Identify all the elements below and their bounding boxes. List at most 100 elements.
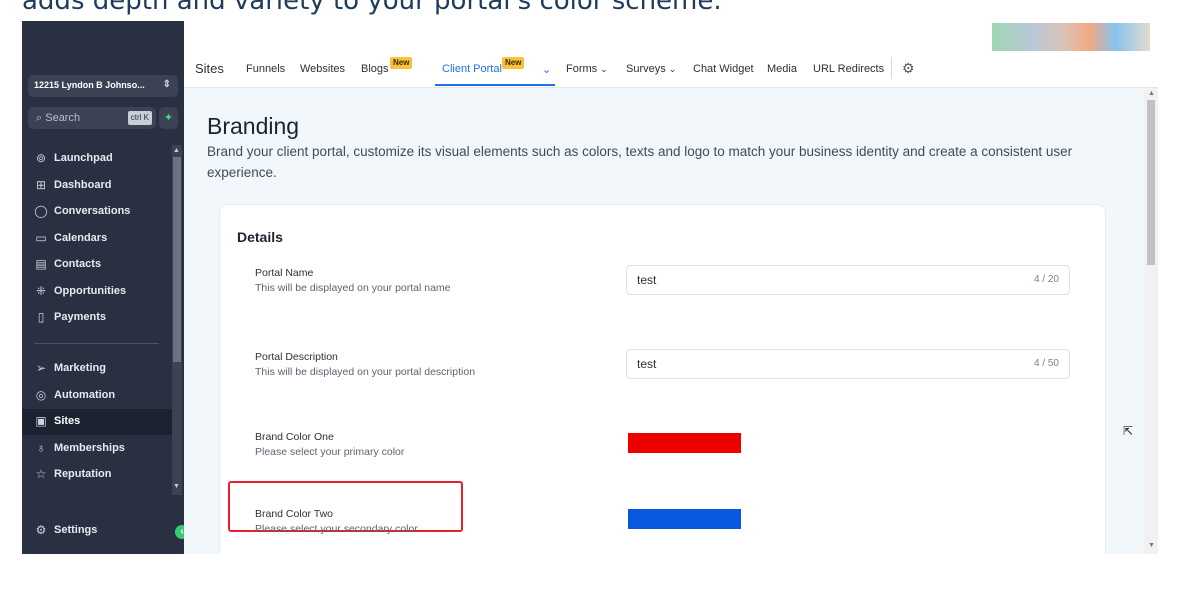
tab-label: Surveys <box>626 63 666 75</box>
scroll-up-icon[interactable]: ▲ <box>1148 90 1155 97</box>
sidebar-item-label: Calendars <box>54 232 108 244</box>
scroll-down-icon[interactable]: ▼ <box>173 483 180 490</box>
tab-funnels[interactable]: Funnels <box>246 63 285 75</box>
sidebar-item-reputation[interactable]: ☆ Reputation <box>22 462 172 488</box>
main-scrollbar[interactable]: ▲ ▼ <box>1144 88 1158 554</box>
bolt-icon: ✦ <box>163 112 174 124</box>
page-caption: adds depth and variety to your portal's … <box>22 0 722 16</box>
sidebar-item-sites[interactable]: ▣ Sites <box>22 409 172 435</box>
sidebar-item-opportunities[interactable]: ⁜ Opportunities <box>22 279 172 305</box>
tab-forms[interactable]: Forms ⌄ <box>566 63 608 75</box>
sidebar-item-label: Memberships <box>54 442 125 454</box>
portal-name-value: test <box>637 273 657 287</box>
sidebar-item-dashboard[interactable]: ⊞ Dashboard <box>22 173 172 199</box>
sidebar-item-calendars[interactable]: ▭ Calendars <box>22 226 172 252</box>
search-icon: ⌕ <box>36 112 43 124</box>
location-name: 12215 Lyndon B Johnso... <box>34 80 145 90</box>
gear-icon[interactable]: ⚙ <box>902 60 915 77</box>
sidebar-item-label: Automation <box>54 389 116 401</box>
page-subtitle: Brand your client portal, customize its … <box>207 144 1073 180</box>
scroll-down-icon[interactable]: ▼ <box>1148 542 1155 549</box>
tab-media[interactable]: Media <box>767 63 797 75</box>
send-icon: ➢ <box>35 361 47 375</box>
sidebar-item-label: Opportunities <box>54 285 127 297</box>
opportunities-icon: ⁜ <box>35 284 47 298</box>
portal-description-label: Portal Description <box>255 351 338 363</box>
tab-websites[interactable]: Websites <box>300 63 345 75</box>
sites-icon: ▣ <box>35 414 47 428</box>
grid-icon: ⊞ <box>35 178 47 192</box>
contacts-icon: ▤ <box>35 257 47 271</box>
brand-color-two-swatch[interactable] <box>628 509 741 529</box>
rocket-icon: ⊚ <box>35 151 47 165</box>
section-title: Sites <box>195 61 224 76</box>
sidebar-item-label: Sites <box>54 415 81 427</box>
sidebar-item-label: Conversations <box>54 205 131 217</box>
search-placeholder: Search <box>45 112 81 124</box>
scroll-up-icon[interactable]: ▲ <box>173 147 180 154</box>
char-counter: 4 / 50 <box>1033 358 1059 369</box>
location-switcher[interactable]: 12215 Lyndon B Johnso... ⇕ <box>28 75 178 97</box>
sidebar-item-contacts[interactable]: ▤ Contacts <box>22 252 172 278</box>
sidebar-item-conversations[interactable]: ◯ Conversations <box>22 199 172 225</box>
chat-icon: ◯ <box>34 204 48 218</box>
main-scroll-thumb[interactable] <box>1147 100 1155 265</box>
chevron-down-icon: ⌄ <box>600 64 608 74</box>
page-title: Branding <box>207 113 300 139</box>
search-shortcut: ctrl K <box>127 111 152 125</box>
brand-color-two-label: Brand Color Two <box>255 508 334 520</box>
chevron-down-icon[interactable]: ⌄ <box>542 63 551 76</box>
sidebar-item-label: Settings <box>54 524 98 536</box>
sidebar-item-automation[interactable]: ◎ Automation <box>22 383 172 409</box>
nav-separator <box>891 57 892 79</box>
user-avatar-strip <box>992 23 1150 51</box>
sidebar-item-label: Launchpad <box>54 152 113 164</box>
tab-label: Forms <box>566 63 598 75</box>
portal-description-help: This will be displayed on your portal de… <box>255 366 476 378</box>
mouse-cursor-icon: ⇱ <box>1123 424 1134 438</box>
main-content: Branding Brand your client portal, custo… <box>184 88 1144 554</box>
tab-surveys[interactable]: Surveys ⌄ <box>626 63 676 75</box>
sidebar-item-marketing[interactable]: ➢ Marketing <box>22 356 172 382</box>
brand-color-one-help: Please select your primary color <box>255 446 405 458</box>
char-counter: 4 / 20 <box>1033 274 1059 285</box>
sidebar-divider <box>34 343 159 344</box>
card-title: Details <box>237 229 283 245</box>
new-badge: New <box>502 57 525 69</box>
sidebar-item-payments[interactable]: ▯ Payments <box>22 305 172 331</box>
brand-color-one-swatch[interactable] <box>628 433 741 453</box>
tab-blogs[interactable]: Blogs <box>361 63 389 75</box>
portal-name-help: This will be displayed on your portal na… <box>255 282 451 294</box>
new-badge: New <box>390 57 413 69</box>
brand-color-one-label: Brand Color One <box>255 431 334 443</box>
search-box[interactable]: ⌕ Search ctrl K <box>28 107 156 129</box>
active-tab-indicator <box>435 84 555 86</box>
tab-chat-widget[interactable]: Chat Widget <box>693 63 754 75</box>
chevron-down-icon: ⌄ <box>668 64 677 74</box>
sidebar-scroll-thumb[interactable] <box>173 157 181 362</box>
details-card: Details Portal Name This will be display… <box>219 204 1106 554</box>
sidebar-item-launchpad[interactable]: ⊚ Launchpad <box>22 146 172 172</box>
gear-icon: ⚙ <box>35 523 47 537</box>
calendar-icon: ▭ <box>35 231 47 245</box>
star-icon: ☆ <box>35 467 47 481</box>
sidebar-item-label: Contacts <box>54 258 102 270</box>
quick-action-button[interactable]: ✦ <box>159 107 178 129</box>
portal-description-input[interactable]: test 4 / 50 <box>626 349 1070 379</box>
portal-name-label: Portal Name <box>255 267 314 279</box>
portal-description-value: test <box>637 357 657 371</box>
updown-icon: ⇕ <box>162 79 171 90</box>
portal-name-input[interactable]: test 4 / 20 <box>626 265 1070 295</box>
tab-url-redirects[interactable]: URL Redirects <box>813 63 884 75</box>
sidebar-item-label: Dashboard <box>54 179 112 191</box>
automation-icon: ◎ <box>35 388 47 402</box>
payments-icon: ▯ <box>37 310 45 324</box>
brand-color-two-help: Please select your secondary color <box>255 523 418 535</box>
top-nav: Sites Funnels Websites Blogs New Client … <box>184 21 1158 88</box>
sidebar: 12215 Lyndon B Johnso... ⇕ ⌕ Search ctrl… <box>22 21 189 554</box>
badge-icon: ♁ <box>36 441 46 455</box>
sidebar-item-memberships[interactable]: ♁ Memberships <box>22 436 172 462</box>
sidebar-item-label: Payments <box>54 311 106 323</box>
sidebar-item-settings[interactable]: ⚙ Settings <box>22 518 172 544</box>
tab-client-portal[interactable]: Client Portal <box>442 63 502 75</box>
